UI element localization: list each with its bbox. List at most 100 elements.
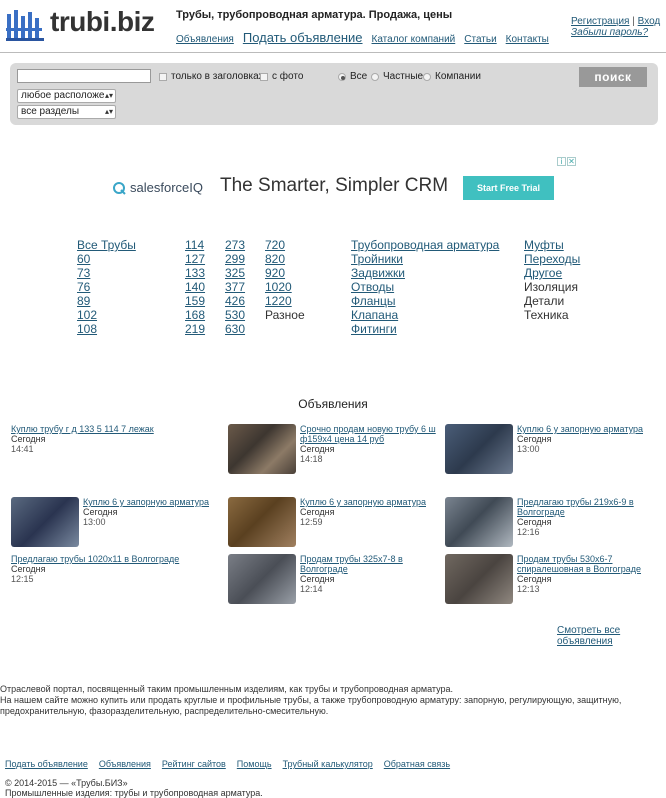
ad-banner[interactable]: salesforceIQ The Smarter, Simpler CRM St…: [112, 172, 556, 202]
seller-type-all[interactable]: Все: [338, 71, 367, 82]
category-link[interactable]: 76: [77, 280, 136, 294]
footer-nav-link[interactable]: Рейтинг сайтов: [162, 759, 226, 769]
listing-thumbnail[interactable]: [228, 424, 296, 474]
listing-time: 12:16: [517, 527, 540, 537]
category-link[interactable]: 630: [225, 322, 245, 336]
listing-title-link[interactable]: Предлагаю трубы 1020х11 в Волгограде: [11, 554, 221, 564]
seller-type-all-radio[interactable]: [338, 72, 346, 81]
section-select[interactable]: все разделы ▴▾: [17, 105, 116, 119]
nav-link[interactable]: Объявления: [176, 34, 234, 45]
category-link[interactable]: 114: [185, 238, 205, 252]
seller-type-company-label: Компании: [435, 71, 481, 82]
listing-thumbnail[interactable]: [445, 497, 513, 547]
listing-date: Сегодня: [517, 517, 552, 527]
location-select[interactable]: любое расположе ▴▾: [17, 89, 116, 103]
ad-choices[interactable]: i ✕: [557, 157, 577, 167]
listing-time: 13:00: [83, 517, 106, 527]
category-link[interactable]: 299: [225, 252, 245, 266]
category-link[interactable]: 1020: [265, 280, 305, 294]
forgot-password-link[interactable]: Забыли пароль?: [571, 27, 660, 38]
category-link[interactable]: 530: [225, 308, 245, 322]
listing-title-link[interactable]: Куплю 6 у запорную арматура: [83, 497, 223, 507]
listing-thumbnail[interactable]: [445, 554, 513, 604]
listing-title-link[interactable]: Куплю трубу г д 133 5 114 7 лежак: [11, 424, 221, 434]
ad-info-icon[interactable]: i: [557, 157, 566, 166]
seller-type-company[interactable]: Компании: [423, 71, 481, 82]
listing-title-link[interactable]: Продам трубы 325х7-8 в Волгограде: [300, 554, 440, 574]
listing-thumbnail[interactable]: [445, 424, 513, 474]
footer-nav-link[interactable]: Трубный калькулятор: [283, 759, 373, 769]
category-link[interactable]: 168: [185, 308, 205, 322]
listing-title-link[interactable]: Продам трубы 530х6-7 спиралешовная в Вол…: [517, 554, 657, 574]
category-link[interactable]: 325: [225, 266, 245, 280]
listing-time: 14:18: [300, 454, 323, 464]
category-link[interactable]: 920: [265, 266, 305, 280]
register-link[interactable]: Регистрация: [571, 16, 629, 27]
footer-nav-link[interactable]: Помощь: [237, 759, 272, 769]
category-link[interactable]: 377: [225, 280, 245, 294]
listings-heading: Объявления: [298, 397, 368, 411]
category-link[interactable]: 720: [265, 238, 305, 252]
category-link[interactable]: Другое: [524, 266, 580, 280]
listing-date: Сегодня: [300, 574, 335, 584]
category-link[interactable]: 133: [185, 266, 205, 280]
category-link[interactable]: 1220: [265, 294, 305, 308]
ad-close-icon[interactable]: ✕: [567, 157, 576, 166]
footer-nav-link[interactable]: Подать объявление: [5, 759, 88, 769]
listing-title-link[interactable]: Предлагаю трубы 219х6-9 в Волгограде: [517, 497, 657, 517]
category-link[interactable]: Переходы: [524, 252, 580, 266]
nav-link[interactable]: Контакты: [506, 34, 549, 45]
category-link[interactable]: 140: [185, 280, 205, 294]
category-link[interactable]: Фланцы: [351, 294, 499, 308]
footer-nav-link[interactable]: Обратная связь: [384, 759, 450, 769]
see-all-listings-link[interactable]: Смотреть все объявления: [557, 625, 666, 647]
with-photo-option[interactable]: с фото: [260, 71, 303, 82]
seller-type-private-radio[interactable]: [371, 72, 379, 81]
category-link[interactable]: Клапана: [351, 308, 499, 322]
category-link[interactable]: 102: [77, 308, 136, 322]
category-link[interactable]: 219: [185, 322, 205, 336]
nav-link[interactable]: Статьи: [464, 34, 496, 45]
category-link[interactable]: 60: [77, 252, 136, 266]
ad-brand: salesforceIQ: [112, 180, 203, 195]
listing-time: 12:14: [300, 584, 323, 594]
category-link[interactable]: Муфты: [524, 238, 580, 252]
listing-title-link[interactable]: Срочно продам новую трубу 6 ш ф159х4 цен…: [300, 424, 440, 444]
search-button[interactable]: поиск: [579, 67, 647, 87]
category-link[interactable]: Все Трубы: [77, 238, 136, 252]
category-link[interactable]: 89: [77, 294, 136, 308]
listing-thumbnail[interactable]: [228, 554, 296, 604]
category-link[interactable]: 73: [77, 266, 136, 280]
category-link[interactable]: Трубопроводная арматура: [351, 238, 499, 252]
nav-link[interactable]: Подать объявление: [243, 30, 363, 45]
category-link[interactable]: 273: [225, 238, 245, 252]
with-photo-checkbox[interactable]: [260, 72, 268, 81]
listing-thumbnail[interactable]: [11, 497, 79, 547]
only-titles-checkbox[interactable]: [159, 72, 167, 81]
seller-type-private[interactable]: Частные: [371, 71, 423, 82]
only-titles-option[interactable]: только в заголовках: [159, 71, 264, 82]
listing-title-link[interactable]: Куплю 6 у запорную арматура: [300, 497, 440, 507]
search-input[interactable]: [17, 69, 151, 83]
footer-nav-link[interactable]: Объявления: [99, 759, 151, 769]
nav-link[interactable]: Каталог компаний: [372, 34, 456, 45]
listing-thumbnail[interactable]: [228, 497, 296, 547]
seller-type-all-label: Все: [350, 71, 368, 82]
login-link[interactable]: Вход: [638, 16, 661, 27]
category-link[interactable]: 108: [77, 322, 136, 336]
category-link[interactable]: Задвижки: [351, 266, 499, 280]
category-link[interactable]: 159: [185, 294, 205, 308]
logo-text: trubi.biz: [50, 6, 155, 37]
listing-date: Сегодня: [11, 564, 46, 574]
category-link[interactable]: Фитинги: [351, 322, 499, 336]
category-link[interactable]: 426: [225, 294, 245, 308]
about-line: На нашем сайте можно купить или продать …: [0, 695, 622, 705]
category-link[interactable]: Отводы: [351, 280, 499, 294]
listing-title-link[interactable]: Куплю 6 у запорную арматура: [517, 424, 657, 434]
category-link[interactable]: 127: [185, 252, 205, 266]
category-link[interactable]: 820: [265, 252, 305, 266]
site-logo[interactable]: trubi.biz: [6, 6, 160, 42]
seller-type-company-radio[interactable]: [423, 72, 431, 81]
ad-cta-button[interactable]: Start Free Trial: [463, 176, 554, 200]
category-link[interactable]: Тройники: [351, 252, 499, 266]
